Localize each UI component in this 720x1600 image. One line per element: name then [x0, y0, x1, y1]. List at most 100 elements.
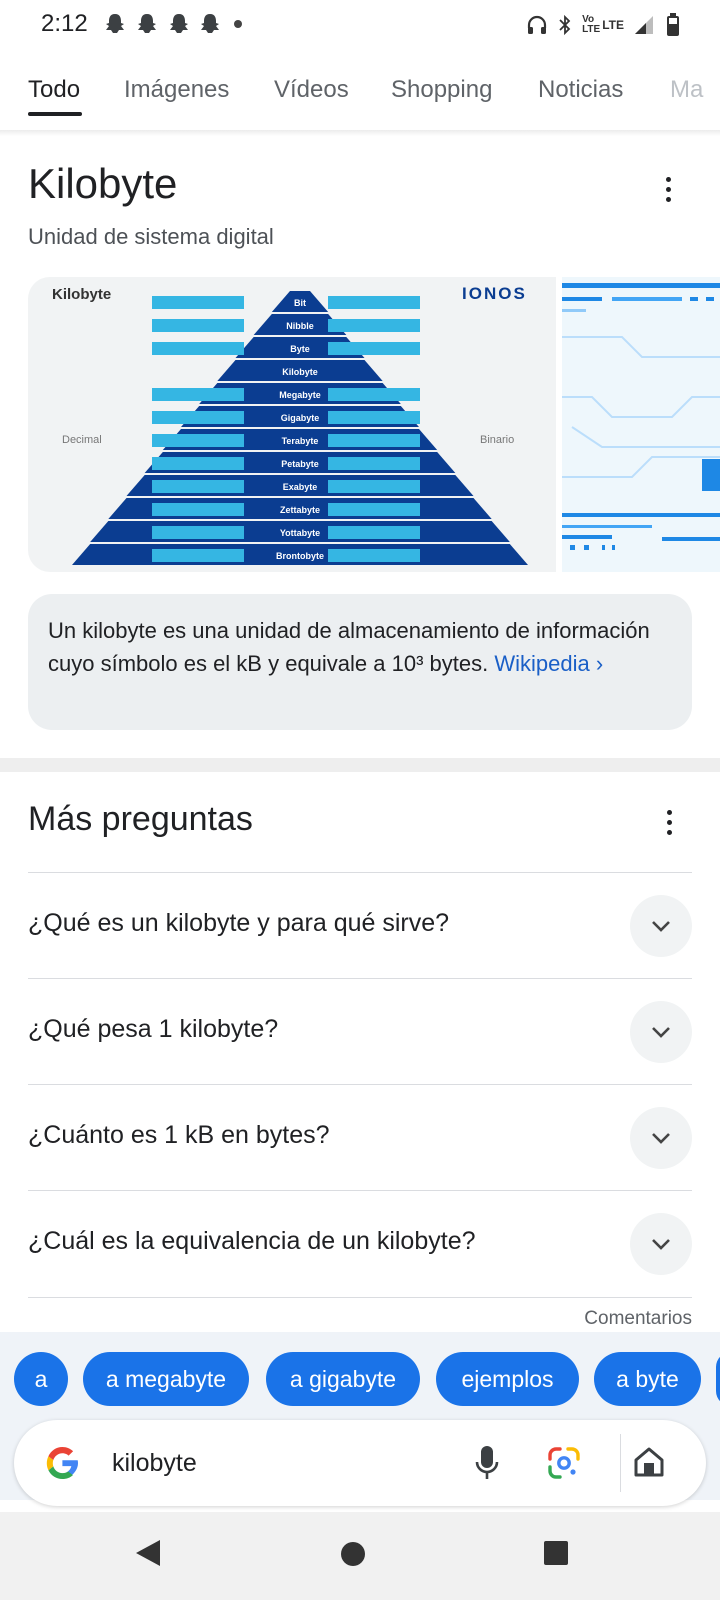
- tabs-shadow: [0, 130, 720, 136]
- decimal-value-label: [152, 549, 244, 562]
- knowledge-panel-description: Un kilobyte es una unidad de almacenamie…: [28, 594, 692, 730]
- tab-shopping[interactable]: Shopping: [391, 76, 492, 104]
- binary-value-label: [328, 296, 420, 309]
- status-icons: Vo LTE LTE: [526, 12, 680, 38]
- google-lens-icon[interactable]: [546, 1445, 582, 1481]
- headphones-icon: [527, 15, 547, 34]
- binary-value-label: [328, 549, 420, 562]
- tab-todo[interactable]: Todo: [28, 76, 80, 104]
- question-row[interactable]: ¿Qué pesa 1 kilobyte?: [28, 978, 692, 1085]
- pyramid-level-label: Zettabyte: [280, 505, 320, 515]
- pyramid-level-label: Brontobyte: [276, 551, 324, 561]
- search-input[interactable]: kilobyte: [112, 1449, 197, 1478]
- expand-button[interactable]: [630, 1001, 692, 1063]
- decimal-value-label: [152, 319, 244, 332]
- tab-videos[interactable]: Vídeos: [274, 76, 349, 104]
- expand-button[interactable]: [630, 1107, 692, 1169]
- expand-button[interactable]: [630, 895, 692, 957]
- more-options-icon[interactable]: [665, 810, 673, 835]
- wikipedia-link[interactable]: Wikipedia ›: [494, 651, 603, 676]
- circuit-graphic: [562, 283, 720, 550]
- tab-more[interactable]: Ma: [670, 76, 703, 104]
- question-row[interactable]: ¿Qué es un kilobyte y para qué sirve?: [28, 872, 692, 979]
- suggestion-chip[interactable]: a gigabyte: [266, 1352, 420, 1406]
- pyramid-level-label: Nibble: [286, 321, 314, 331]
- home-icon[interactable]: [632, 1445, 666, 1479]
- binary-value-label: [328, 526, 420, 539]
- knowledge-panel-title: Kilobyte: [28, 160, 178, 207]
- image-heading: Kilobyte: [52, 286, 111, 303]
- status-bar: 2:12 Vo LTE LTE: [0, 0, 720, 48]
- pyramid-level-label: Yottabyte: [280, 528, 320, 538]
- binary-value-label: [328, 434, 420, 447]
- microphone-icon[interactable]: [474, 1444, 500, 1482]
- binary-value-label: [328, 480, 420, 493]
- pyramid-graphic: Kilobyte IONOS Decimal Binario Bit Nibble…: [52, 284, 528, 565]
- binary-value-label: [328, 342, 420, 355]
- tab-noticias[interactable]: Noticias: [538, 76, 623, 104]
- back-icon[interactable]: [134, 1538, 162, 1568]
- suggestion-chip[interactable]: a byte: [594, 1352, 701, 1406]
- question-text: ¿Cuál es la equivalencia de un kilobyte?: [28, 1227, 476, 1255]
- binary-value-label: [328, 411, 420, 424]
- suggestion-chip[interactable]: a: [14, 1352, 68, 1406]
- binary-value-label: [328, 319, 420, 332]
- kilobyte-circuit-image[interactable]: [562, 277, 720, 572]
- status-time: 2:12: [41, 10, 88, 37]
- pyramid-level-label: Kilobyte: [282, 367, 318, 377]
- decimal-value-label: [152, 503, 244, 516]
- kilobyte-pyramid-image[interactable]: Kilobyte IONOS Decimal Binario Bit Nibble…: [28, 277, 556, 572]
- ionos-logo: IONOS: [462, 284, 527, 303]
- chevron-right-icon: ›: [595, 651, 604, 676]
- pyramid-level-label: Exabyte: [283, 482, 318, 492]
- more-options-icon[interactable]: [664, 177, 672, 202]
- bluetooth-icon: [559, 14, 571, 36]
- decimal-value-label: [152, 434, 244, 447]
- question-text: ¿Qué es un kilobyte y para qué sirve?: [28, 909, 450, 937]
- pyramid-level-label: Petabyte: [281, 459, 319, 469]
- more-questions-title: Más preguntas: [28, 800, 253, 838]
- chevron-down-icon: [652, 1133, 670, 1144]
- decimal-value-label: [152, 296, 244, 309]
- snapchat-ghost-icon: [106, 14, 124, 33]
- battery-icon: [667, 13, 679, 36]
- decimal-value-label: [152, 342, 244, 355]
- decimal-label: Decimal: [62, 434, 102, 446]
- search-bar[interactable]: kilobyte: [14, 1420, 706, 1506]
- question-row[interactable]: ¿Cuál es la equivalencia de un kilobyte?: [28, 1190, 692, 1298]
- active-tab-indicator: [28, 112, 82, 116]
- notification-dot: [234, 20, 242, 28]
- chevron-down-icon: [652, 1239, 670, 1250]
- pyramid-level-label: Byte: [290, 344, 310, 354]
- expand-button[interactable]: [630, 1213, 692, 1275]
- knowledge-panel-subtitle: Unidad de sistema digital: [28, 224, 274, 249]
- home-circle-icon[interactable]: [340, 1541, 366, 1567]
- suggestion-chip[interactable]: a megabyte: [83, 1352, 249, 1406]
- binary-label: Binario: [480, 434, 514, 446]
- suggestion-chip[interactable]: ejemplos: [436, 1352, 579, 1406]
- decimal-value-label: [152, 388, 244, 401]
- binary-value-label: [328, 503, 420, 516]
- feedback-link[interactable]: Comentarios: [584, 1308, 692, 1330]
- volte-indicator: Vo LTE LTE: [582, 14, 624, 35]
- question-text: ¿Cuánto es 1 kB en bytes?: [28, 1121, 330, 1149]
- decimal-value-label: [152, 457, 244, 470]
- tab-imagenes[interactable]: Imágenes: [124, 76, 229, 104]
- decimal-value-label: [152, 411, 244, 424]
- signal-icon: [635, 16, 653, 34]
- question-text: ¿Qué pesa 1 kilobyte?: [28, 1015, 279, 1043]
- binary-value-label: [328, 388, 420, 401]
- question-row[interactable]: ¿Cuánto es 1 kB en bytes?: [28, 1084, 692, 1191]
- search-tabs: Todo Imágenes Vídeos Shopping Noticias M…: [0, 64, 720, 130]
- decimal-value-label: [152, 480, 244, 493]
- chevron-down-icon: [652, 1027, 670, 1038]
- snapchat-ghost-icon: [201, 14, 219, 33]
- search-separator: [620, 1434, 621, 1492]
- google-logo-icon: [46, 1447, 78, 1479]
- binary-value-label: [328, 457, 420, 470]
- recents-icon[interactable]: [543, 1540, 569, 1566]
- snapchat-ghost-icon: [138, 14, 156, 33]
- decimal-value-label: [152, 526, 244, 539]
- chevron-down-icon: [652, 921, 670, 932]
- pyramid-level-label: Bit: [294, 298, 306, 308]
